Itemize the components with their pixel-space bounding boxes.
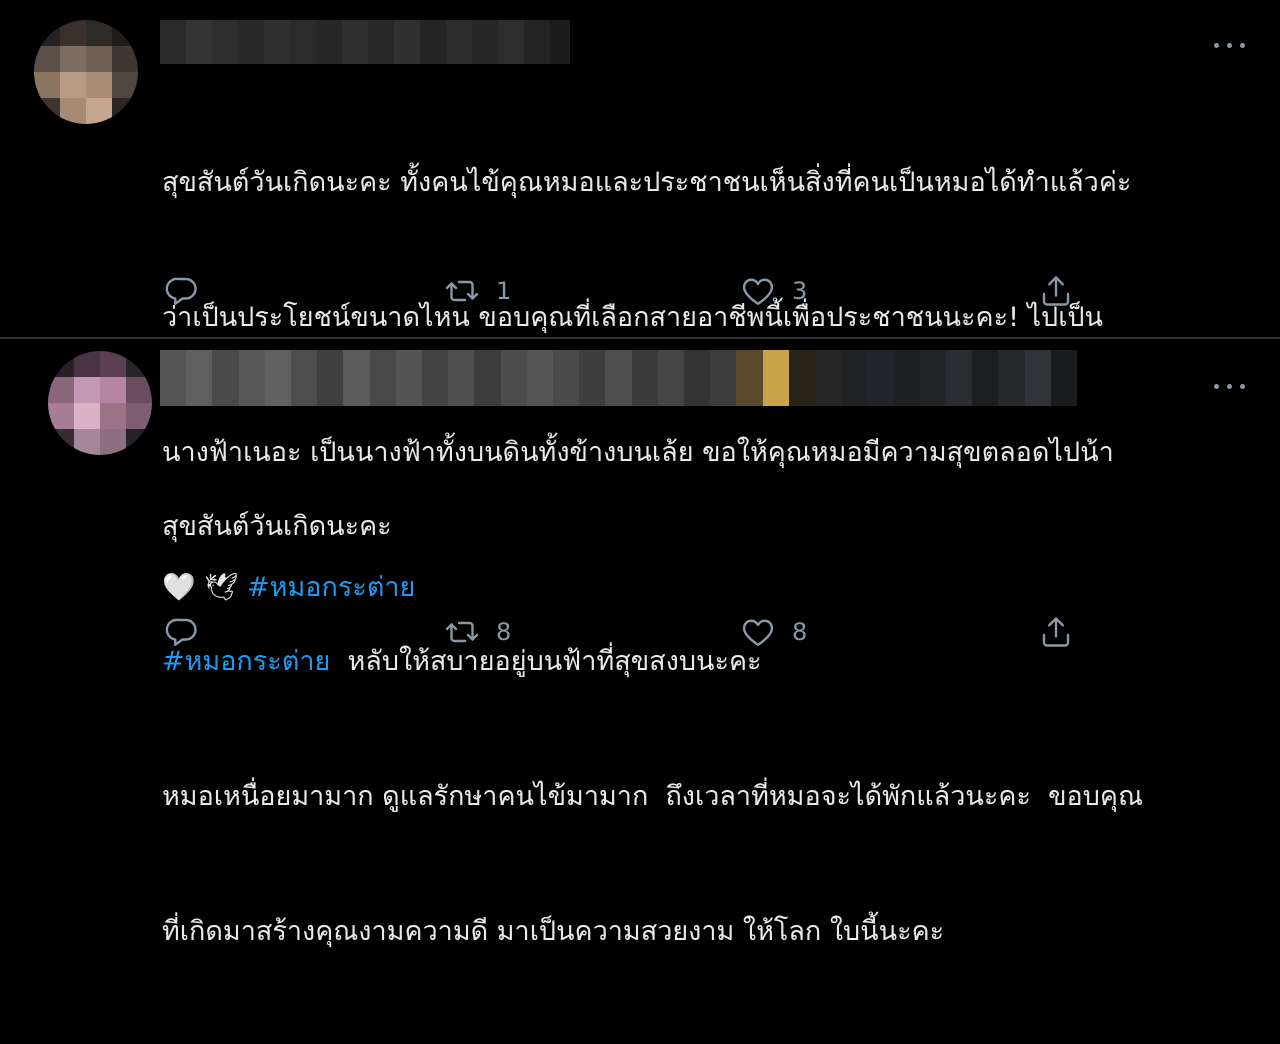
retweet-button[interactable]: 8 <box>444 609 511 655</box>
retweet-button[interactable]: 1 <box>444 268 511 314</box>
like-button[interactable]: 3 <box>740 268 807 314</box>
more-icon[interactable] <box>1212 36 1248 56</box>
reply-icon <box>165 618 197 646</box>
avatar[interactable] <box>34 20 138 124</box>
avatar[interactable] <box>48 351 152 455</box>
share-button[interactable] <box>1038 268 1074 314</box>
tweet-actions: 8 8 <box>0 609 1280 655</box>
tweet-text: สุขสันต์วันเกิดนะคะ #หมอกระต่าย หลับให้ส… <box>162 414 1252 1044</box>
tweet-text-line: สุขสันต์วันเกิดนะคะ <box>162 511 392 542</box>
tweet-1[interactable]: สุขสันต์วันเกิดนะคะ ทั้งคนไข้คุณหมอและปร… <box>0 0 1280 603</box>
retweet-icon <box>445 280 479 302</box>
retweet-count: 8 <box>496 618 512 646</box>
tweet-text-line: สุขสันต์วันเกิดนะคะ ทั้งคนไข้คุณหมอและปร… <box>162 167 1132 198</box>
reply-button[interactable] <box>164 268 216 314</box>
reply-button[interactable] <box>164 609 216 655</box>
tweet-2[interactable]: สุขสันต์วันเกิดนะคะ #หมอกระต่าย หลับให้ส… <box>0 339 1280 947</box>
heart-icon <box>742 619 774 646</box>
blurred-username[interactable] <box>160 350 1078 406</box>
like-button[interactable]: 8 <box>740 609 807 655</box>
tweet-text-line: ที่เกิดมาสร้างคุณงามความดี มาเป็นความสวย… <box>162 916 945 947</box>
like-count: 3 <box>792 277 808 305</box>
share-button[interactable] <box>1038 609 1074 655</box>
more-icon[interactable] <box>1212 377 1248 397</box>
blurred-username[interactable] <box>160 20 570 64</box>
like-count: 8 <box>792 618 808 646</box>
retweet-count: 1 <box>496 277 512 305</box>
heart-icon <box>742 278 774 305</box>
tweet-actions: 1 3 <box>0 268 1280 314</box>
share-icon <box>1042 617 1070 647</box>
retweet-icon <box>445 621 479 643</box>
share-icon <box>1042 276 1070 306</box>
reply-icon <box>165 277 197 305</box>
tweet-text-line: หมอเหนื่อยมามาก ดูแลรักษาคนไข้มามาก ถึงเ… <box>162 781 1143 812</box>
